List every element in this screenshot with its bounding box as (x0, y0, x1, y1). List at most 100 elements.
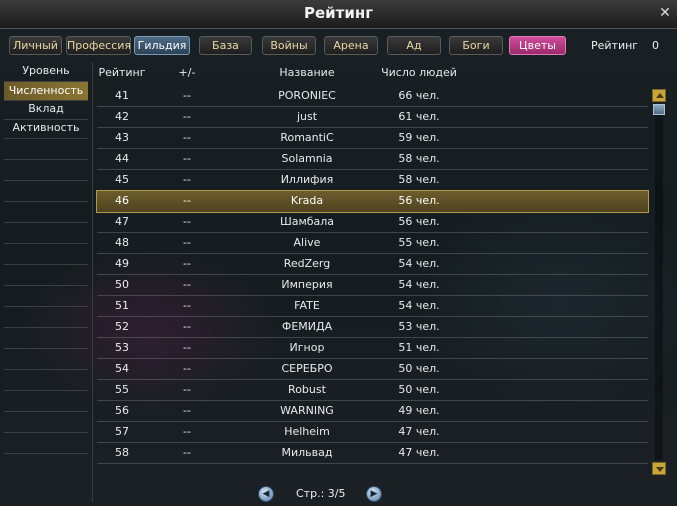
tab-guild[interactable]: Гильдия (134, 36, 190, 55)
tab-base[interactable]: База (199, 36, 252, 55)
cell-member-count: 54 чел. (398, 278, 440, 291)
table-row[interactable]: 51 -- FATE 54 чел. (97, 296, 648, 317)
scroll-thumb[interactable] (653, 104, 665, 115)
table-row[interactable]: 57 -- Helheim 47 чел. (97, 422, 648, 443)
tab-wars[interactable]: Войны (262, 36, 316, 55)
cell-rank: 58 (115, 446, 129, 459)
cell-rank: 54 (115, 362, 129, 375)
table-row[interactable]: 41 -- PORONIEC 66 чел. (97, 86, 648, 107)
cell-change: -- (183, 383, 191, 396)
tab-profession[interactable]: Профессия (66, 36, 131, 55)
table-row[interactable]: 52 -- ФЕМИДА 53 чел. (97, 317, 648, 338)
cell-guild-name: Шамбала (279, 215, 335, 228)
scroll-up-button[interactable] (652, 89, 666, 102)
title-bar: Рейтинг ✕ (0, 0, 677, 29)
cell-rank: 41 (115, 89, 129, 102)
cell-member-count: 49 чел. (398, 404, 440, 417)
cell-guild-name: Мильвад (281, 446, 333, 459)
column-header-name: Название (279, 66, 335, 79)
tab-arena[interactable]: Арена (324, 36, 378, 55)
close-icon[interactable]: ✕ (657, 5, 673, 21)
cell-guild-name: Solamnia (281, 152, 333, 165)
cell-change: -- (183, 299, 191, 312)
cell-member-count: 58 чел. (398, 152, 440, 165)
cell-guild-name: PORONIEC (278, 89, 336, 102)
cell-rank: 55 (115, 383, 129, 396)
cell-guild-name: Helheim (284, 425, 330, 438)
scroll-down-button[interactable] (652, 462, 666, 475)
tab-hell[interactable]: Ад (387, 36, 441, 55)
sidebar-item-contribution[interactable]: Вклад (4, 100, 88, 118)
cell-guild-name: Иллифия (280, 173, 334, 186)
tab-flowers[interactable]: Цветы (509, 36, 566, 55)
cell-change: -- (183, 194, 191, 207)
table-row[interactable]: 56 -- WARNING 49 чел. (97, 401, 648, 422)
arrow-left-icon[interactable]: ◀ (258, 486, 274, 502)
divider (4, 285, 88, 286)
scroll-track[interactable] (655, 104, 663, 460)
pagination: ◀ Стр.: 3/5 ▶ (0, 486, 677, 502)
table-row[interactable]: 53 -- Игнор 51 чел. (97, 338, 648, 359)
cell-change: -- (183, 278, 191, 291)
cell-change: -- (183, 173, 191, 186)
my-rating-label: Рейтинг (591, 39, 639, 52)
tab-gods[interactable]: Боги (449, 36, 503, 55)
cell-rank: 50 (115, 278, 129, 291)
cell-change: -- (183, 110, 191, 123)
cell-member-count: 56 чел. (398, 215, 440, 228)
cell-change: -- (183, 362, 191, 375)
table-row[interactable]: 43 -- RomantiC 59 чел. (97, 128, 648, 149)
cell-guild-name: WARNING (280, 404, 334, 417)
cell-change: -- (183, 320, 191, 333)
cell-rank: 44 (115, 152, 129, 165)
cell-guild-name: СЕРЕБРО (281, 362, 333, 375)
cell-guild-name: just (296, 110, 318, 123)
table-row[interactable]: 55 -- Robust 50 чел. (97, 380, 648, 401)
column-header-change: +/- (178, 66, 196, 79)
cell-member-count: 53 чел. (398, 320, 440, 333)
cell-guild-name: RedZerg (283, 257, 331, 270)
guild-rating-table: Рейтинг +/- Название Число людей 41 -- POR… (96, 62, 649, 464)
cell-change: -- (183, 404, 191, 417)
column-header-rank: Рейтинг (98, 66, 146, 79)
cell-guild-name: RomantiC (280, 131, 334, 144)
cell-guild-name: Империя (281, 278, 333, 291)
cell-change: -- (183, 152, 191, 165)
table-row[interactable]: 50 -- Империя 54 чел. (97, 275, 648, 296)
sort-sidebar: Уровень Численность Вклад Активность (4, 62, 93, 502)
cell-member-count: 47 чел. (398, 425, 440, 438)
cell-change: -- (183, 215, 191, 228)
table-row[interactable]: 49 -- RedZerg 54 чел. (97, 254, 648, 275)
divider (4, 369, 88, 370)
cell-guild-name: ФЕМИДА (281, 320, 333, 333)
cell-member-count: 58 чел. (398, 173, 440, 186)
divider (4, 411, 88, 412)
table-row[interactable]: 54 -- СЕРЕБРО 50 чел. (97, 359, 648, 380)
cell-rank: 43 (115, 131, 129, 144)
cell-guild-name: Krada (290, 194, 324, 207)
divider (4, 159, 88, 160)
arrow-right-icon[interactable]: ▶ (366, 486, 382, 502)
divider (4, 390, 88, 391)
window-title: Рейтинг (303, 4, 374, 22)
cell-change: -- (183, 446, 191, 459)
sidebar-item-level[interactable]: Уровень (4, 62, 88, 80)
table-row[interactable]: 45 -- Иллифия 58 чел. (97, 170, 648, 191)
table-row[interactable]: 44 -- Solamnia 58 чел. (97, 149, 648, 170)
cell-member-count: 51 чел. (398, 341, 440, 354)
cell-rank: 47 (115, 215, 129, 228)
scrollbar[interactable] (652, 89, 666, 475)
table-row[interactable]: 48 -- Alive 55 чел. (97, 233, 648, 254)
cell-rank: 45 (115, 173, 129, 186)
divider (4, 453, 88, 454)
cell-guild-name: Robust (288, 383, 326, 396)
tab-personal[interactable]: Личный (9, 36, 62, 55)
table-row[interactable]: 46 -- Krada 56 чел. (96, 190, 649, 213)
cell-change: -- (183, 236, 191, 249)
table-row[interactable]: 42 -- just 61 чел. (97, 107, 648, 128)
sidebar-item-size[interactable]: Численность (4, 82, 88, 100)
table-row[interactable]: 58 -- Мильвад 47 чел. (97, 443, 648, 464)
cell-member-count: 56 чел. (398, 194, 440, 207)
sidebar-item-activity[interactable]: Активность (4, 119, 88, 137)
table-row[interactable]: 47 -- Шамбала 56 чел. (97, 212, 648, 233)
